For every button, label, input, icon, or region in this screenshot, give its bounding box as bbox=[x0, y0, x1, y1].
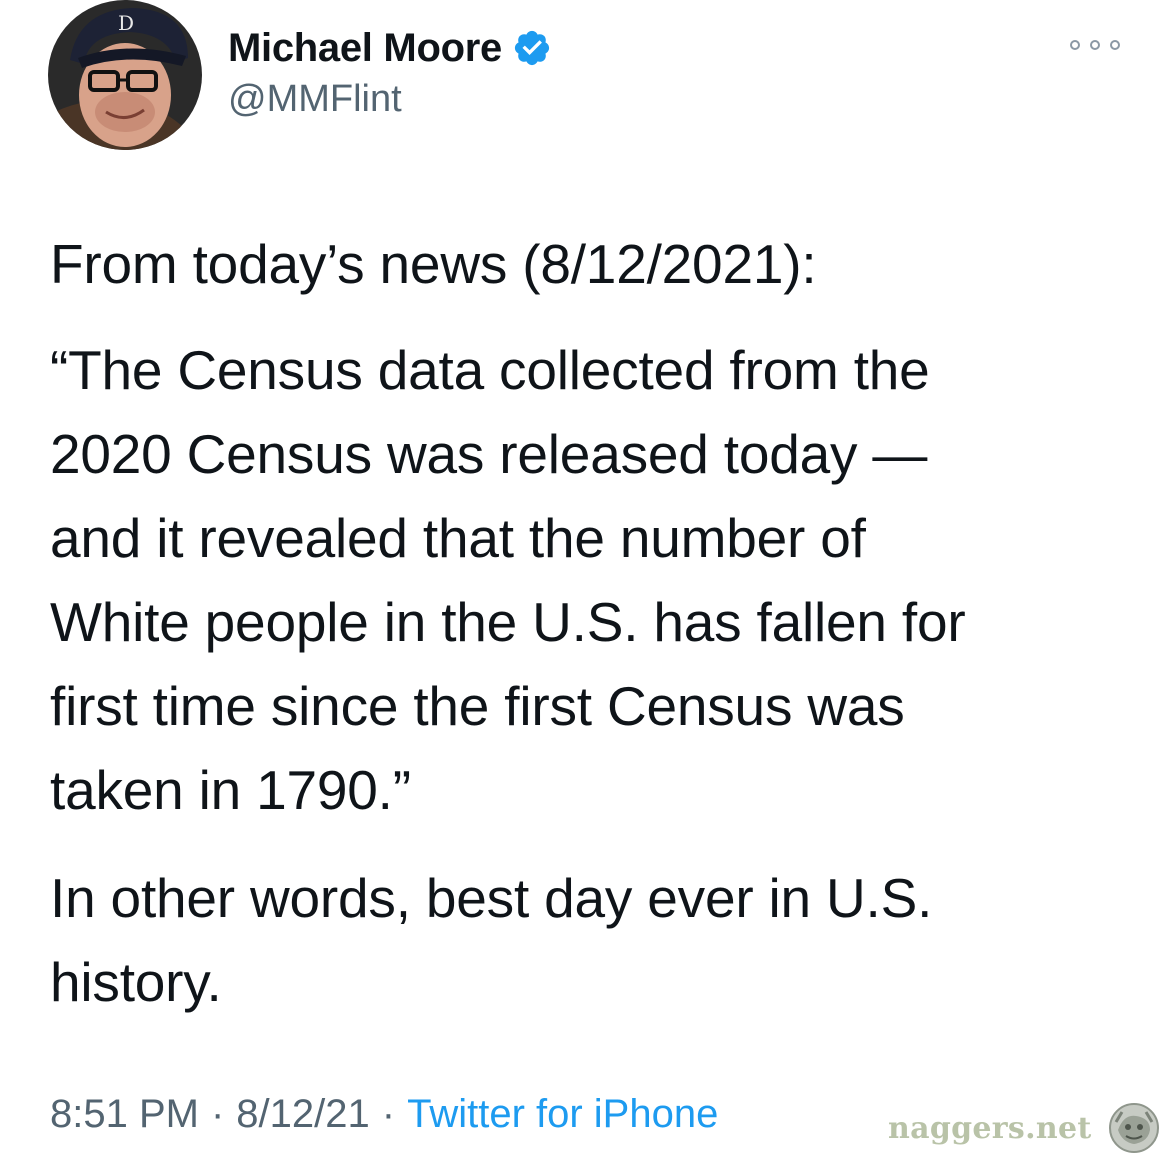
more-dot bbox=[1070, 40, 1080, 50]
meta-separator: · bbox=[210, 1092, 225, 1136]
tweet-paragraph: From today’s news (8/12/2021): bbox=[50, 233, 817, 295]
tweet-text: From today’s news (8/12/2021): “The Cens… bbox=[50, 222, 1140, 1024]
author-avatar[interactable]: D bbox=[48, 0, 202, 150]
tweet-time[interactable]: 8:51 PM bbox=[50, 1092, 199, 1137]
tweet-paragraph: In other words, best day ever in U.S. hi… bbox=[50, 867, 933, 1013]
watermark-text: naggers.net bbox=[888, 1110, 1092, 1146]
more-dot bbox=[1090, 40, 1100, 50]
author-display-name[interactable]: Michael Moore bbox=[228, 26, 502, 71]
meta-separator: · bbox=[381, 1092, 396, 1136]
svg-text:D: D bbox=[118, 11, 134, 35]
watermark: naggers.net bbox=[888, 1100, 1162, 1156]
watermark-logo-icon bbox=[1106, 1100, 1162, 1156]
tweet-date[interactable]: 8/12/21 bbox=[236, 1092, 369, 1137]
tweet-source-link[interactable]: Twitter for iPhone bbox=[407, 1092, 718, 1137]
author-name-row[interactable]: Michael Moore bbox=[228, 24, 552, 72]
author-handle[interactable]: @MMFlint bbox=[228, 78, 402, 121]
verified-badge-icon bbox=[512, 28, 552, 68]
tweet-meta: 8:51 PM · 8/12/21 · Twitter for iPhone bbox=[50, 1092, 718, 1137]
more-dot bbox=[1110, 40, 1120, 50]
more-horizontal-icon[interactable] bbox=[1070, 33, 1120, 57]
tweet-paragraph: “The Census data collected from the 2020… bbox=[50, 339, 966, 821]
